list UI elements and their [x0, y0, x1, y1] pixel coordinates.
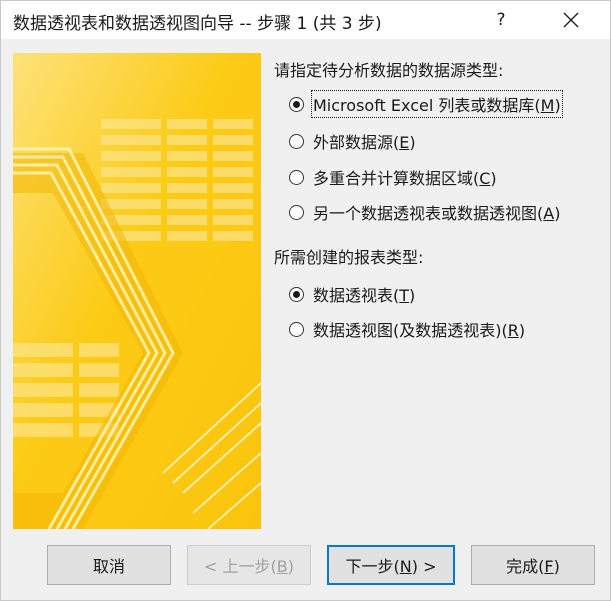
close-button[interactable]	[549, 1, 595, 39]
radio-another-pivot-label: 另一个数据透视表或数据透视图(A)	[313, 204, 561, 223]
radio-pivot-chart-label: 数据透视图(及数据透视表)(R)	[313, 321, 526, 340]
radio-external-source-indicator[interactable]	[289, 133, 304, 149]
radio-excel-list[interactable]: Microsoft Excel 列表或数据库(M)	[289, 90, 563, 118]
radio-pivot-table-label: 数据透视表(T)	[313, 286, 416, 305]
radio-multiple-ranges-label: 多重合并计算数据区域(C)	[313, 169, 497, 188]
finish-button[interactable]: 完成(F)	[471, 545, 595, 585]
finish-button-label: 完成(F)	[506, 557, 560, 576]
next-button[interactable]: 下一步(N) >	[327, 545, 455, 585]
radio-multiple-ranges[interactable]: 多重合并计算数据区域(C)	[289, 165, 497, 189]
radio-external-source[interactable]: 外部数据源(E)	[289, 129, 416, 153]
radio-pivot-table[interactable]: 数据透视表(T)	[289, 282, 415, 306]
close-icon	[563, 12, 579, 28]
wizard-banner-illustration	[13, 53, 261, 529]
radio-pivot-chart-indicator[interactable]	[289, 321, 304, 337]
radio-another-pivot-indicator[interactable]	[289, 204, 304, 220]
pivot-wizard-dialog: 数据透视表和数据透视图向导 -- 步骤 1 (共 3 步) ? 请指定待分析数据…	[0, 0, 611, 601]
radio-excel-list-indicator[interactable]	[289, 96, 304, 112]
radio-another-pivot[interactable]: 另一个数据透视表或数据透视图(A)	[289, 200, 560, 224]
cancel-button-label: 取消	[92, 557, 125, 576]
report-type-heading: 所需创建的报表类型:	[274, 248, 424, 267]
radio-multiple-ranges-indicator[interactable]	[289, 169, 304, 185]
back-button-label: < 上一步(B)	[204, 557, 294, 576]
radio-pivot-table-indicator[interactable]	[289, 286, 304, 302]
radio-pivot-chart[interactable]: 数据透视图(及数据透视表)(R)	[289, 317, 525, 341]
cancel-button[interactable]: 取消	[47, 545, 171, 585]
data-source-heading: 请指定待分析数据的数据源类型:	[274, 61, 504, 80]
next-button-label: 下一步(N) >	[345, 557, 437, 576]
back-button[interactable]: < 上一步(B)	[187, 545, 311, 585]
title-bar: 数据透视表和数据透视图向导 -- 步骤 1 (共 3 步) ?	[1, 1, 610, 39]
radio-external-source-label: 外部数据源(E)	[313, 133, 416, 152]
radio-excel-list-label: Microsoft Excel 列表或数据库(M)	[311, 90, 563, 118]
help-icon[interactable]: ?	[483, 1, 519, 39]
window-title: 数据透视表和数据透视图向导 -- 步骤 1 (共 3 步)	[13, 14, 382, 34]
